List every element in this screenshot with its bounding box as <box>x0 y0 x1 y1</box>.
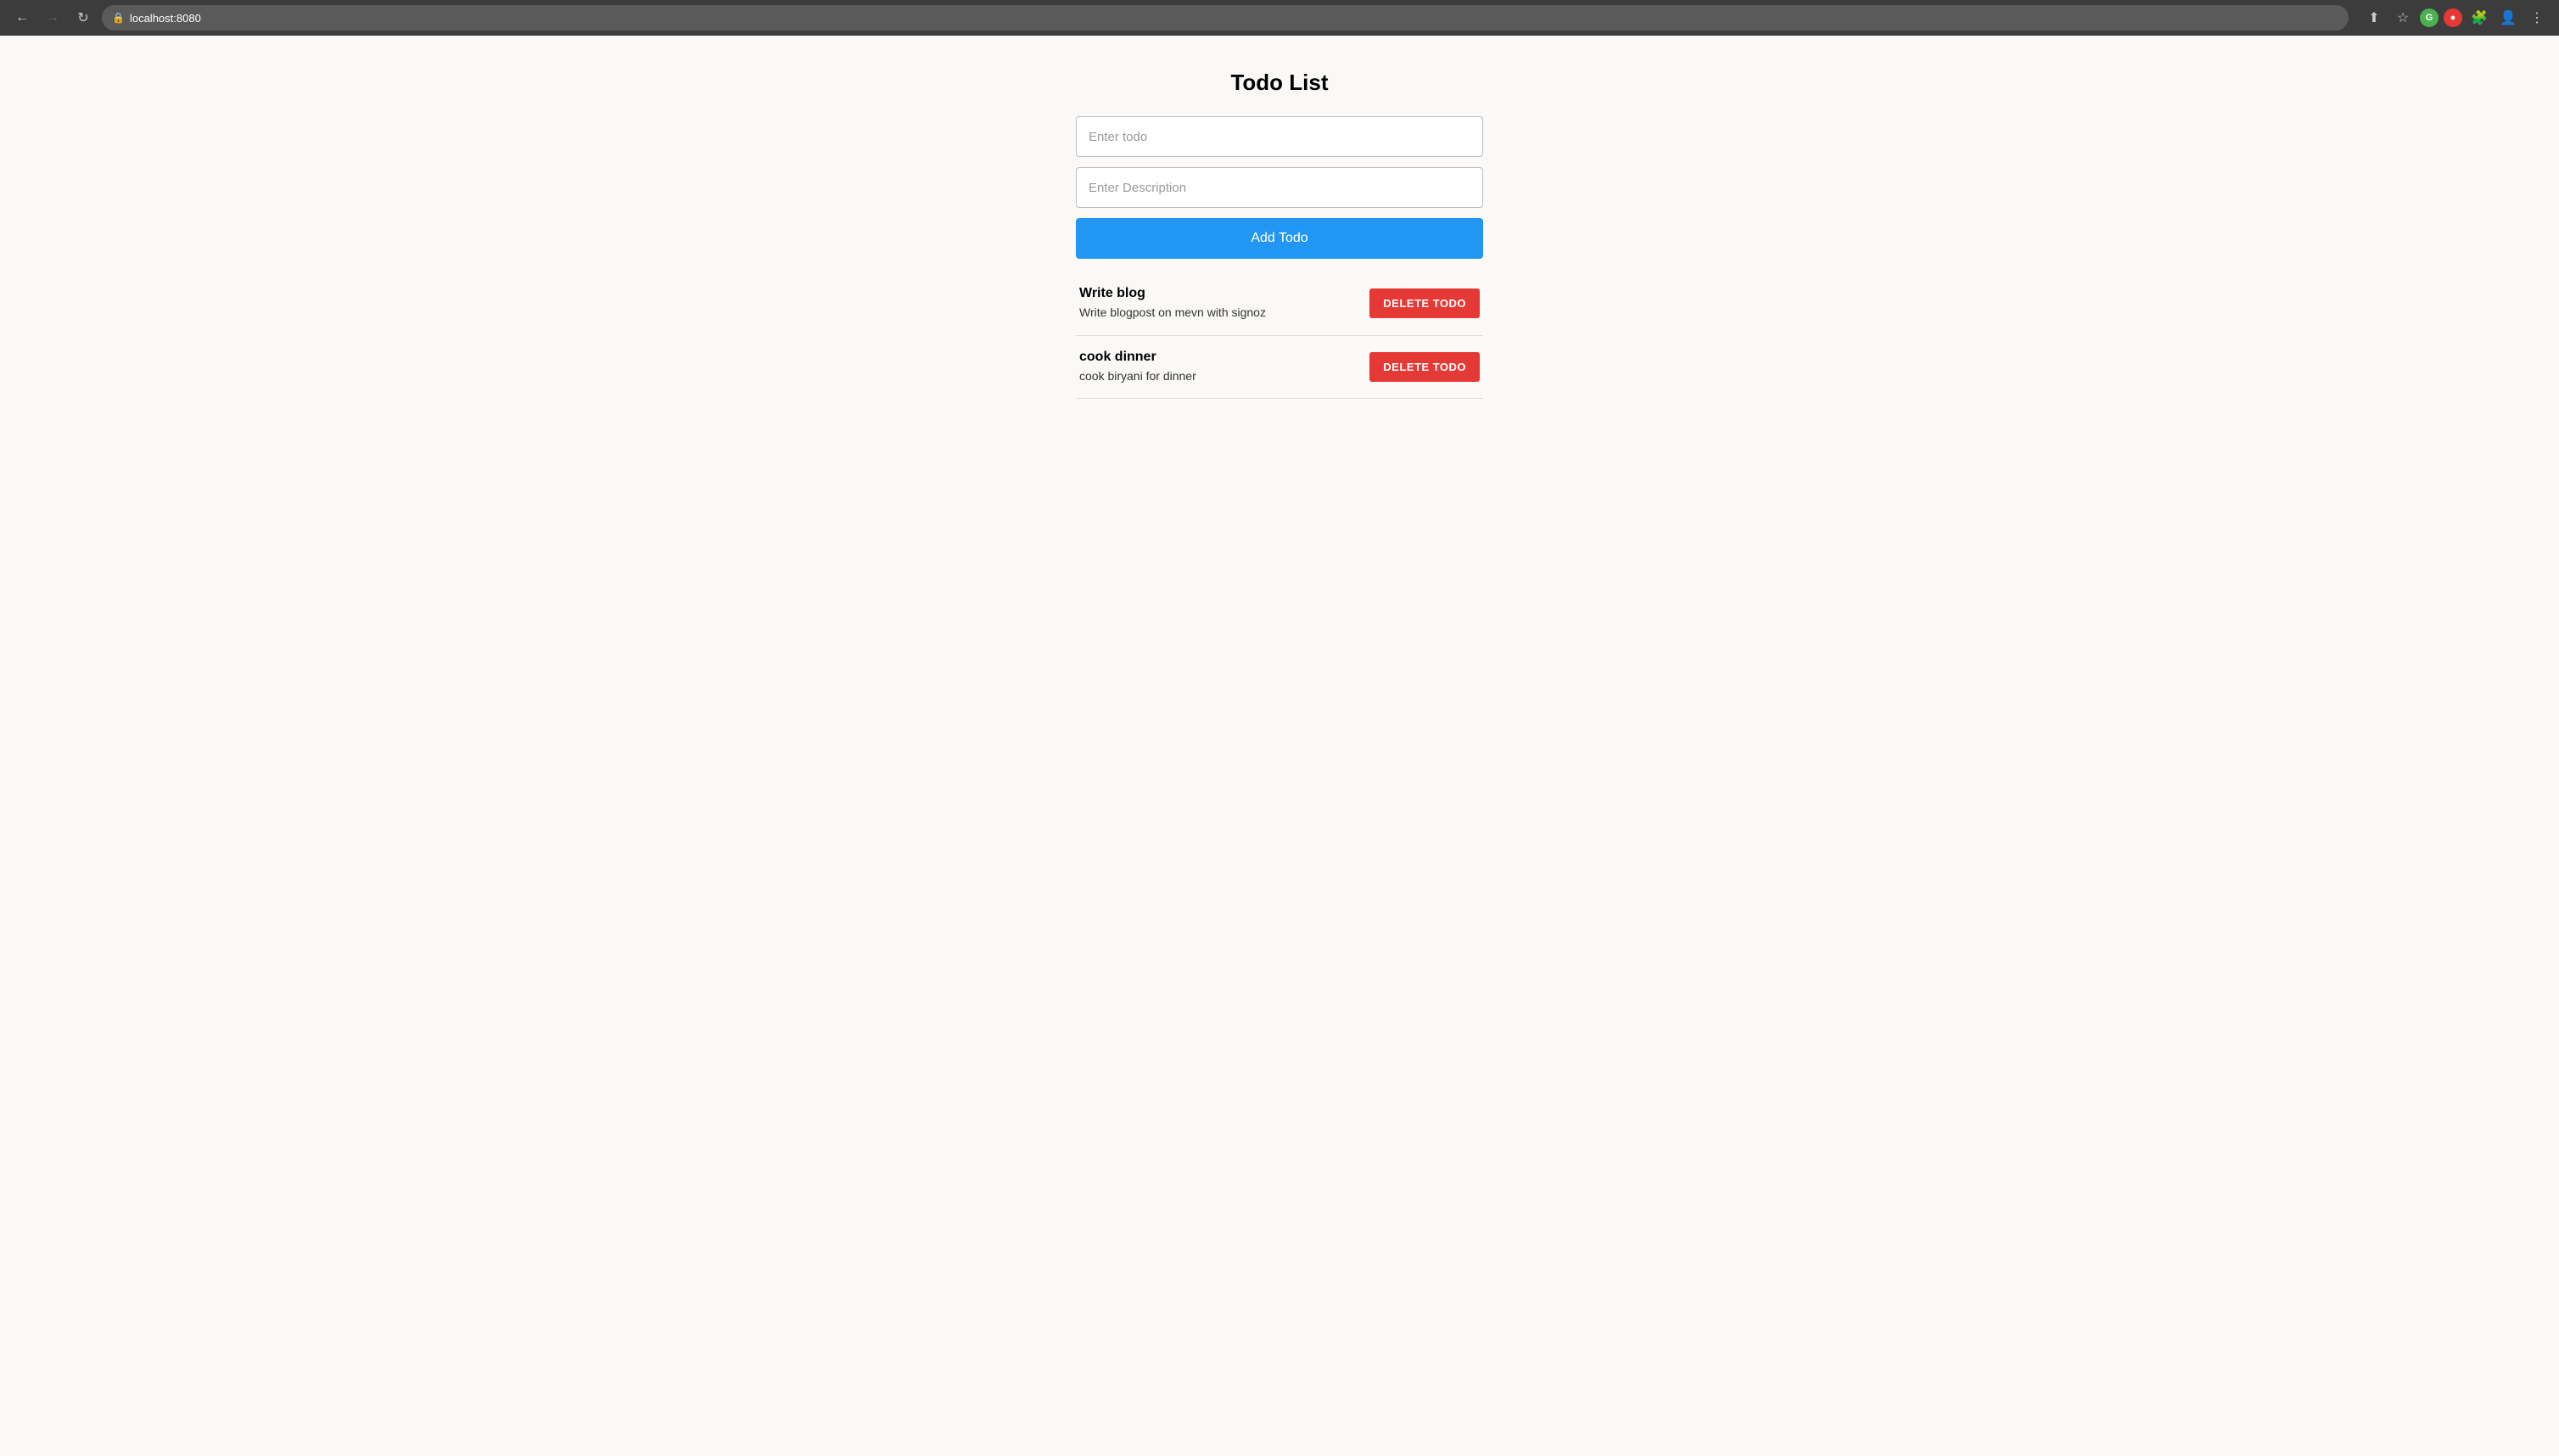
todo-list: Write blog Write blogpost on mevn with s… <box>1076 272 1483 399</box>
delete-todo-button[interactable]: DELETE TODO <box>1369 288 1480 318</box>
extensions-button[interactable]: 🧩 <box>2467 6 2491 30</box>
todo-item-content: Write blog Write blogpost on mevn with s… <box>1079 286 1369 322</box>
delete-todo-button[interactable]: DELETE TODO <box>1369 352 1480 382</box>
add-todo-button[interactable]: Add Todo <box>1076 218 1483 259</box>
lock-icon: 🔒 <box>112 12 125 24</box>
todo-item-title: cook dinner <box>1079 350 1369 365</box>
todo-item-title: Write blog <box>1079 286 1369 301</box>
back-button[interactable]: ← <box>10 6 34 30</box>
todo-item: Write blog Write blogpost on mevn with s… <box>1076 272 1483 336</box>
page-content: Todo List Add Todo Write blog Write blog… <box>0 36 2559 433</box>
todo-form: Add Todo <box>1076 116 1483 259</box>
bookmark-button[interactable]: ☆ <box>2391 6 2415 30</box>
todo-input[interactable] <box>1076 116 1483 157</box>
todo-item: cook dinner cook biryani for dinner DELE… <box>1076 336 1483 400</box>
reload-button[interactable]: ↻ <box>71 6 95 30</box>
menu-button[interactable]: ⋮ <box>2525 6 2549 30</box>
page-title: Todo List <box>1230 70 1328 96</box>
url-display: localhost:8080 <box>130 12 2338 25</box>
forward-button[interactable]: → <box>41 6 64 30</box>
description-input[interactable] <box>1076 167 1483 208</box>
browser-chrome: ← → ↻ 🔒 localhost:8080 ⬆ ☆ G ● 🧩 👤 ⋮ <box>0 0 2559 36</box>
browser-actions: ⬆ ☆ G ● 🧩 👤 ⋮ <box>2362 6 2549 30</box>
todo-item-content: cook dinner cook biryani for dinner <box>1079 350 1369 385</box>
todo-item-description: Write blogpost on mevn with signoz <box>1079 305 1369 322</box>
todo-item-description: cook biryani for dinner <box>1079 368 1369 385</box>
share-button[interactable]: ⬆ <box>2362 6 2386 30</box>
address-bar[interactable]: 🔒 localhost:8080 <box>102 5 2349 31</box>
grammarly-icon[interactable]: G <box>2420 8 2439 27</box>
profile-button[interactable]: 👤 <box>2496 6 2520 30</box>
extension-red-icon[interactable]: ● <box>2444 8 2462 27</box>
